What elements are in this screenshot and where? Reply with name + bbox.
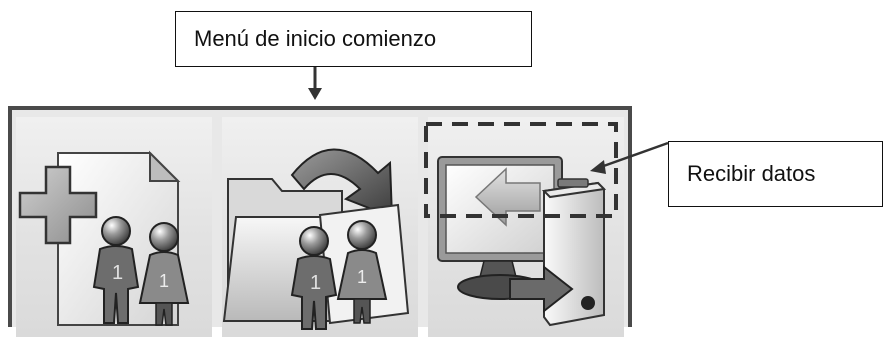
svg-text:1: 1 <box>310 272 321 294</box>
start-menu-panel: 1 1 1 1 <box>8 106 632 337</box>
svg-text:1: 1 <box>159 271 169 291</box>
start-menu-callout: Menú de inicio comienzo <box>175 11 532 67</box>
new-patient-icon: 1 1 <box>18 150 190 326</box>
start-menu-callout-label: Menú de inicio comienzo <box>194 26 437 51</box>
svg-text:1: 1 <box>112 262 123 284</box>
open-patient-button[interactable]: 1 1 <box>222 117 418 337</box>
receive-data-callout-label: Recibir datos <box>687 161 816 186</box>
new-patient-button[interactable]: 1 1 <box>16 117 212 337</box>
svg-text:1: 1 <box>357 267 367 287</box>
receive-data-icon <box>437 156 607 327</box>
open-folder-patient-icon: 1 1 <box>222 148 410 330</box>
receive-data-button[interactable] <box>428 117 624 337</box>
down-arrow-icon <box>308 88 322 100</box>
receive-data-callout: Recibir datos <box>668 141 883 207</box>
